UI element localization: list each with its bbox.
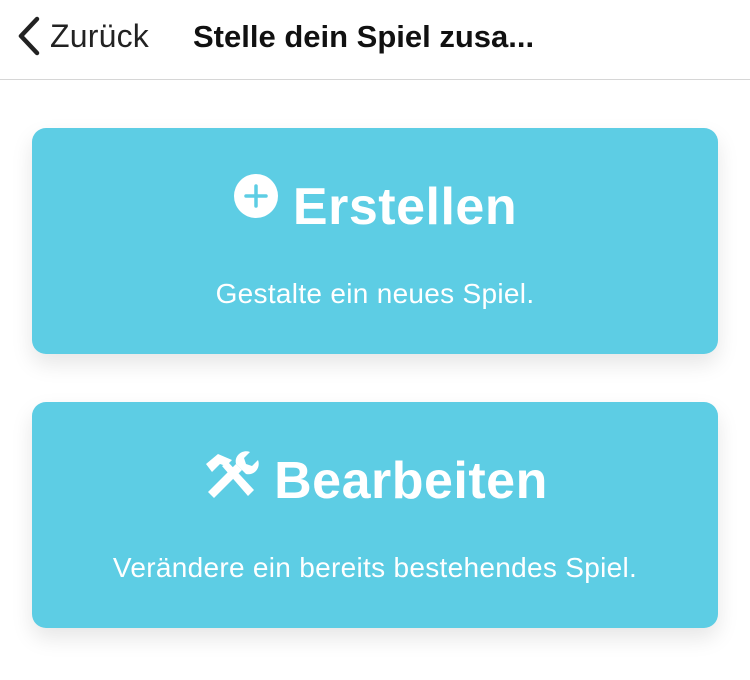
create-game-button[interactable]: Erstellen Gestalte ein neues Spiel. [32,128,718,354]
navigation-bar: Zurück Stelle dein Spiel zusa... [0,0,750,80]
back-button[interactable]: Zurück [16,12,149,60]
create-title: Erstellen [292,178,518,236]
edit-title: Bearbeiten [274,452,548,510]
edit-game-button[interactable]: Bearbeiten Verändere ein bereits bestehe… [32,402,718,628]
back-button-label: Zurück [50,17,149,54]
chevron-left-icon [18,16,40,56]
tools-icon [206,451,259,498]
page-title: Stelle dein Spiel zusa... [193,19,535,54]
create-subtitle: Gestalte ein neues Spiel. [215,278,535,309]
plus-circle-icon [233,174,278,218]
edit-subtitle: Verändere ein bereits bestehendes Spiel. [112,552,638,583]
create-heading: Erstellen [32,172,718,242]
edit-heading: Bearbeiten [32,446,718,516]
